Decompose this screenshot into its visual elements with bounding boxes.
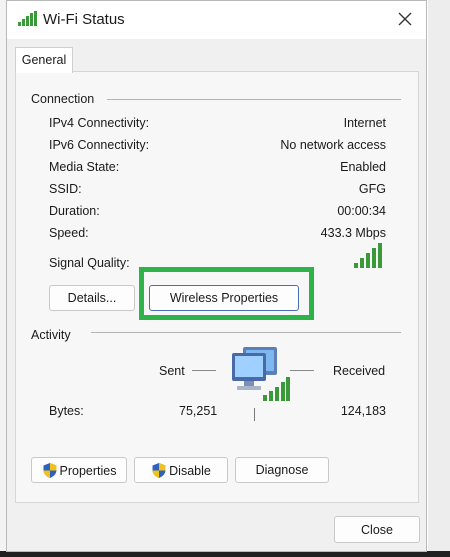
signal-quality-label: Signal Quality:	[49, 256, 130, 270]
wireless-properties-button[interactable]: Wireless Properties	[149, 285, 299, 311]
duration-value: 00:00:34	[337, 204, 386, 218]
ssid-value: GFG	[358, 182, 386, 196]
tab-general[interactable]: General	[15, 47, 73, 73]
window-title: Wi-Fi Status	[43, 11, 125, 28]
received-line	[290, 370, 314, 371]
speed-label: Speed:	[49, 226, 89, 240]
connection-header: Connection	[31, 92, 95, 106]
connection-divider	[107, 99, 401, 100]
received-label: Received	[333, 364, 386, 378]
ipv4-label: IPv4 Connectivity:	[49, 116, 150, 130]
speed-value: 433.3 Mbps	[320, 226, 386, 240]
signal-quality-icon	[354, 243, 382, 268]
activity-divider	[91, 332, 401, 333]
network-computers-icon	[232, 347, 290, 401]
details-button[interactable]: Details...	[49, 285, 135, 311]
uac-shield-icon	[152, 462, 166, 478]
media-state-value: Enabled	[340, 160, 386, 174]
wifi-status-dialog: Wi-Fi Status General Connection IPv4 Con…	[6, 0, 427, 552]
background-right	[428, 0, 450, 557]
ipv6-label: IPv6 Connectivity:	[49, 138, 150, 152]
bytes-received-value: 124,183	[340, 404, 386, 418]
sent-label: Sent	[159, 364, 185, 378]
properties-button-label: Properties	[59, 463, 117, 478]
uac-shield-icon	[43, 462, 56, 478]
close-button[interactable]: Close	[334, 516, 420, 543]
properties-button[interactable]: Properties	[31, 457, 127, 483]
ipv6-value: No network access	[280, 138, 386, 152]
bytes-label: Bytes:	[49, 404, 84, 418]
title-bar: Wi-Fi Status	[7, 1, 426, 39]
disable-button-label: Disable	[169, 463, 211, 478]
disable-button[interactable]: Disable	[134, 457, 228, 483]
activity-header: Activity	[31, 328, 71, 342]
duration-label: Duration:	[49, 204, 100, 218]
media-state-label: Media State:	[49, 160, 120, 174]
ssid-label: SSID:	[49, 182, 82, 196]
close-icon[interactable]	[396, 10, 414, 28]
dialog-footer: Close	[7, 503, 426, 551]
wifi-signal-icon	[18, 11, 37, 26]
ipv4-value: Internet	[343, 116, 386, 130]
bytes-sent-value: 75,251	[179, 404, 218, 418]
diagnose-button[interactable]: Diagnose	[235, 457, 329, 483]
sent-line	[192, 370, 216, 371]
activity-separator	[254, 408, 255, 421]
